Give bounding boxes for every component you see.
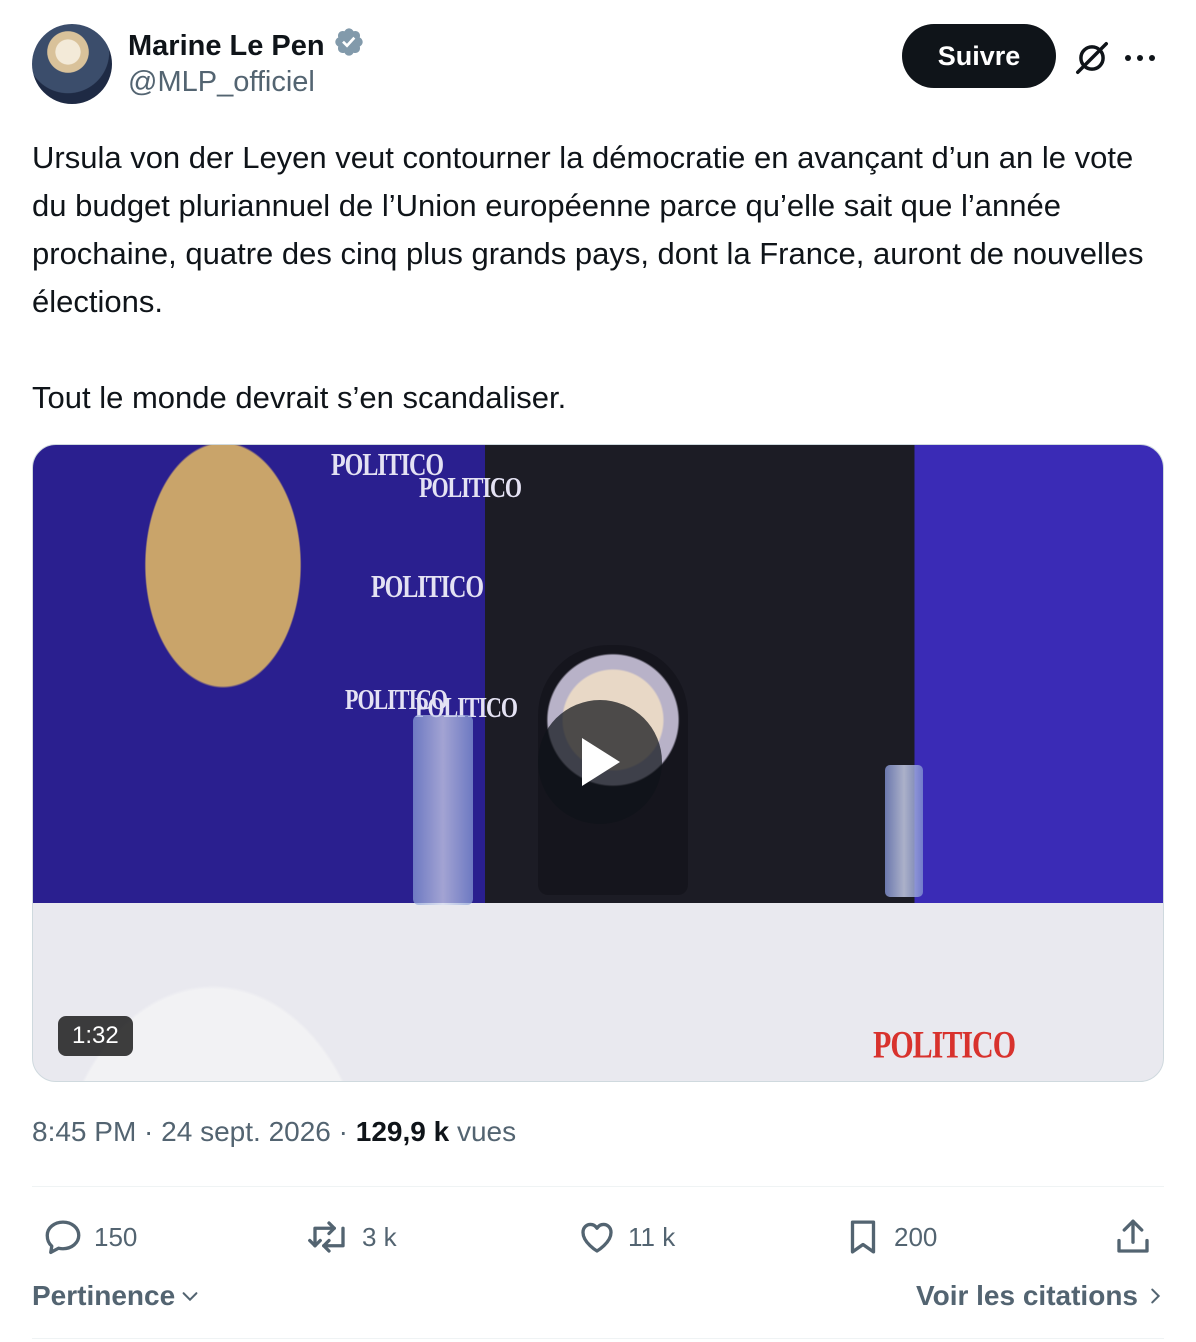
like-count: 11 k bbox=[628, 1221, 676, 1252]
view-quotes-link[interactable]: Voir les citations bbox=[916, 1280, 1164, 1312]
share-icon bbox=[1117, 1219, 1149, 1253]
bookmark-button[interactable]: 200 bbox=[842, 1212, 937, 1262]
verified-badge-icon bbox=[333, 26, 365, 66]
play-button[interactable] bbox=[538, 700, 662, 824]
meta-separator: · bbox=[330, 1116, 356, 1147]
divider bbox=[32, 1338, 1164, 1339]
politico-logo: POLITICO bbox=[873, 1023, 1016, 1067]
tweet-date[interactable]: 24 sept. 2026 bbox=[161, 1116, 331, 1147]
meta-separator: · bbox=[136, 1116, 162, 1147]
follow-button[interactable]: Suivre bbox=[902, 24, 1056, 88]
reply-icon bbox=[45, 1220, 81, 1255]
water-bottle bbox=[413, 715, 473, 905]
chevron-down-icon bbox=[182, 1292, 198, 1302]
repost-button[interactable]: 3 k bbox=[306, 1212, 397, 1262]
views-count: 129,9 k bbox=[355, 1116, 450, 1147]
divider bbox=[32, 1186, 1164, 1187]
repost-count: 3 k bbox=[362, 1221, 397, 1252]
views-label: vues bbox=[449, 1116, 517, 1147]
chevron-right-icon bbox=[1151, 1288, 1161, 1304]
politico-logo: POLITICO bbox=[371, 570, 484, 605]
like-button[interactable]: 11 k bbox=[576, 1212, 675, 1262]
tweet-text: Ursula von der Leyen veut contourner la … bbox=[32, 140, 1144, 415]
heart-icon bbox=[581, 1222, 613, 1253]
bookmark-icon bbox=[850, 1220, 876, 1254]
video-duration: 1:32 bbox=[58, 1016, 133, 1056]
reply-count: 150 bbox=[94, 1221, 138, 1252]
author-handle[interactable]: @MLP_officiel bbox=[128, 66, 315, 99]
grok-icon[interactable] bbox=[1070, 36, 1114, 80]
water-bottle bbox=[885, 765, 923, 897]
bookmark-count: 200 bbox=[894, 1221, 938, 1252]
share-button[interactable] bbox=[1112, 1212, 1154, 1262]
politico-logo: POLITICO bbox=[419, 471, 522, 504]
repost-icon bbox=[308, 1221, 345, 1253]
more-icon[interactable] bbox=[1118, 36, 1162, 80]
sort-label: Pertinence bbox=[32, 1280, 176, 1311]
author-name[interactable]: Marine Le Pen bbox=[128, 26, 365, 66]
author-name-text[interactable]: Marine Le Pen bbox=[128, 30, 325, 63]
tweet-meta: 8:45 PM · 24 sept. 2026 · 129,9 k vues bbox=[32, 1116, 516, 1148]
tweet-time[interactable]: 8:45 PM bbox=[32, 1116, 136, 1147]
sort-dropdown[interactable]: Pertinence bbox=[32, 1280, 201, 1312]
reply-button[interactable]: 150 bbox=[42, 1212, 137, 1262]
avatar[interactable] bbox=[32, 24, 112, 104]
quotes-label: Voir les citations bbox=[916, 1280, 1138, 1311]
